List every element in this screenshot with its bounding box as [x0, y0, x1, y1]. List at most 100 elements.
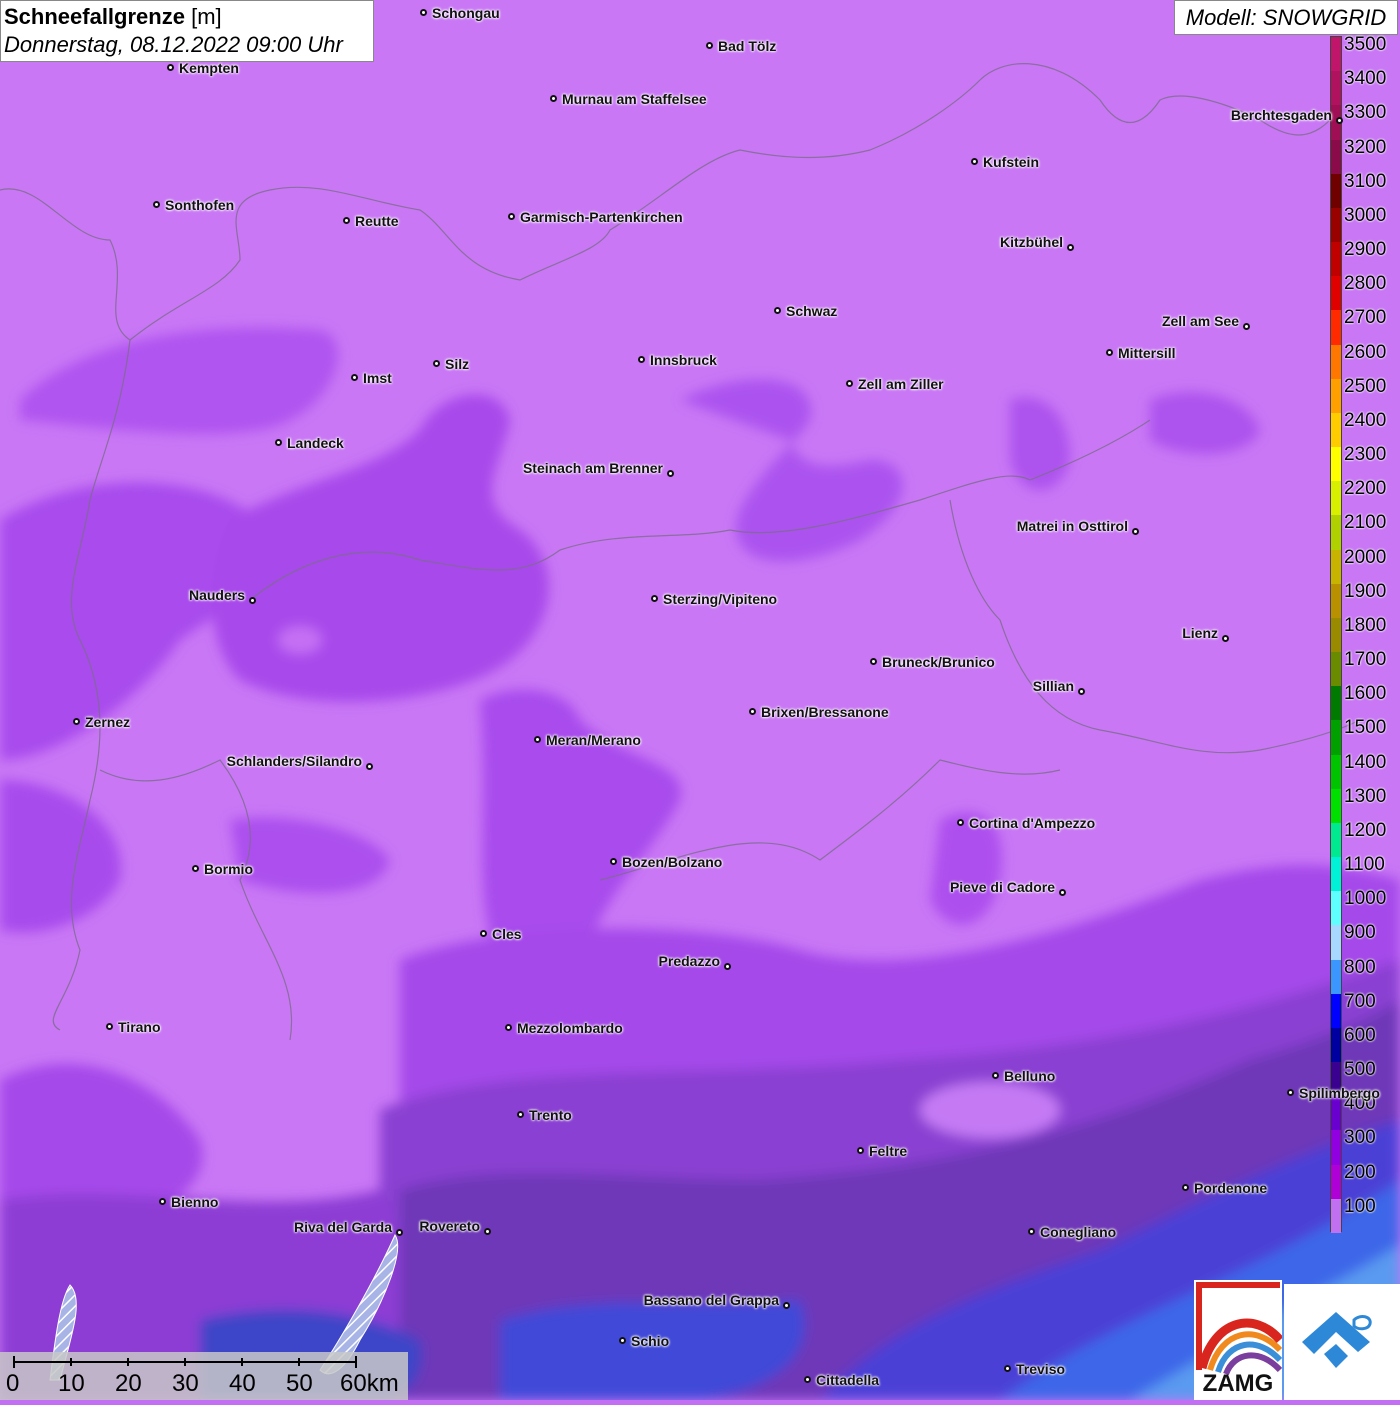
city-dot	[1182, 1184, 1189, 1191]
city-label: Bad Tölz	[718, 38, 777, 54]
city-label: Cortina d'Ampezzo	[969, 815, 1096, 831]
city-label: Pieve di Cadore	[949, 879, 1055, 895]
legend-swatch	[1331, 515, 1341, 551]
forecast-datetime: Donnerstag, 08.12.2022 09:00 Uhr	[4, 32, 343, 57]
snowgrid-arrow-icon	[1302, 1312, 1372, 1368]
legend-swatch	[1331, 959, 1341, 995]
city-label: Schio	[631, 1333, 670, 1349]
scale-label: 0	[6, 1370, 20, 1397]
legend-swatch	[1331, 583, 1341, 619]
city-label: Mittersill	[1118, 345, 1176, 361]
city-dot	[159, 1198, 166, 1205]
city-dot	[550, 95, 557, 102]
city-dot	[1059, 889, 1066, 896]
city-dot	[192, 865, 199, 872]
scale-label: 30	[172, 1370, 199, 1397]
map-title: Schneefallgrenze [m]	[4, 3, 370, 31]
legend-label: 900	[1344, 922, 1376, 944]
legend-label: 2300	[1344, 444, 1387, 466]
city-dot	[1243, 323, 1250, 330]
city-label: Bozen/Bolzano	[622, 854, 723, 870]
city-dot	[1287, 1089, 1294, 1096]
legend-swatch	[1331, 788, 1341, 824]
legend-label: 1500	[1344, 717, 1387, 739]
legend-label: 3400	[1344, 68, 1387, 90]
city-label: Zell am Ziller	[858, 376, 944, 392]
city-dot	[351, 374, 358, 381]
legend-swatch	[1331, 652, 1341, 687]
legend-swatch	[1331, 173, 1341, 209]
legend-label: 1700	[1344, 649, 1387, 671]
city-label: Sillian	[1032, 678, 1074, 694]
legend-label: 2700	[1344, 307, 1387, 329]
city-dot	[857, 1147, 864, 1154]
city-dot	[480, 930, 487, 937]
city-dot	[706, 42, 713, 49]
city-dot	[1222, 635, 1229, 642]
legend-swatch	[1331, 720, 1341, 756]
legend-label: 3500	[1344, 34, 1387, 55]
zamg-logo-text: ZAMG	[1202, 1370, 1274, 1397]
city-label: Schwaz	[786, 303, 838, 319]
legend-label: 1000	[1344, 888, 1387, 910]
legend-swatch	[1331, 139, 1341, 175]
legend-label: 700	[1344, 990, 1376, 1012]
legend-label: 2100	[1344, 512, 1387, 534]
legend-label: 100	[1344, 1195, 1376, 1217]
legend-swatch	[1331, 1164, 1341, 1200]
city-label: Brixen/Bressanone	[761, 704, 889, 720]
city-dot	[992, 1072, 999, 1079]
city-dot	[517, 1111, 524, 1118]
legend-swatch	[1331, 925, 1341, 961]
legend-label: 1600	[1344, 683, 1387, 705]
city-dot	[957, 819, 964, 826]
zamg-rainbow-icon	[1196, 1282, 1284, 1376]
map-title-unit: [m]	[191, 4, 222, 29]
legend-label: 2600	[1344, 341, 1387, 363]
city-dot	[73, 718, 80, 725]
legend-label: 200	[1344, 1161, 1376, 1183]
city-label: Tirano	[118, 1019, 161, 1035]
legend-label: 3200	[1344, 136, 1387, 158]
scale-label: 10	[58, 1370, 85, 1397]
city-label: Predazzo	[658, 953, 720, 969]
scale-label: 20	[115, 1370, 142, 1397]
city-dot	[1132, 528, 1139, 535]
legend-label: 1200	[1344, 819, 1387, 841]
city-label: Bruneck/Brunico	[882, 654, 995, 670]
legend-swatch	[1331, 37, 1341, 72]
city-label: Rovereto	[419, 1218, 480, 1234]
legend-swatch	[1331, 310, 1341, 346]
city-dot	[366, 763, 373, 770]
city-dot	[667, 470, 674, 477]
legend-label: 1300	[1344, 785, 1387, 807]
city-label: Landeck	[287, 435, 344, 451]
legend-label: 1900	[1344, 580, 1387, 602]
city-dot	[1106, 349, 1113, 356]
city-label: Innsbruck	[650, 352, 717, 368]
city-label: Kempten	[179, 60, 239, 76]
legend-swatch	[1331, 993, 1341, 1029]
legend-label: 1800	[1344, 614, 1387, 636]
city-dot	[724, 963, 731, 970]
city-label: Imst	[363, 370, 392, 386]
legend-label: 500	[1344, 1059, 1376, 1081]
legend-label: 2500	[1344, 375, 1387, 397]
legend-label: 2000	[1344, 546, 1387, 568]
city-dot	[534, 736, 541, 743]
city-dot	[638, 356, 645, 363]
legend-label: 2900	[1344, 239, 1387, 261]
city-dot	[1078, 688, 1085, 695]
zamg-logo: ZAMG	[1194, 1280, 1284, 1400]
legend-swatch	[1331, 1130, 1341, 1166]
legend-swatch	[1331, 447, 1341, 482]
city-dot	[1336, 117, 1343, 124]
legend-swatch	[1331, 242, 1341, 277]
legend-label: 600	[1344, 1024, 1376, 1046]
city-dot	[610, 858, 617, 865]
legend-swatch	[1331, 412, 1341, 448]
city-dot	[783, 1302, 790, 1309]
city-dot	[508, 213, 515, 220]
city-dot	[343, 217, 350, 224]
legend-swatch	[1331, 857, 1341, 892]
